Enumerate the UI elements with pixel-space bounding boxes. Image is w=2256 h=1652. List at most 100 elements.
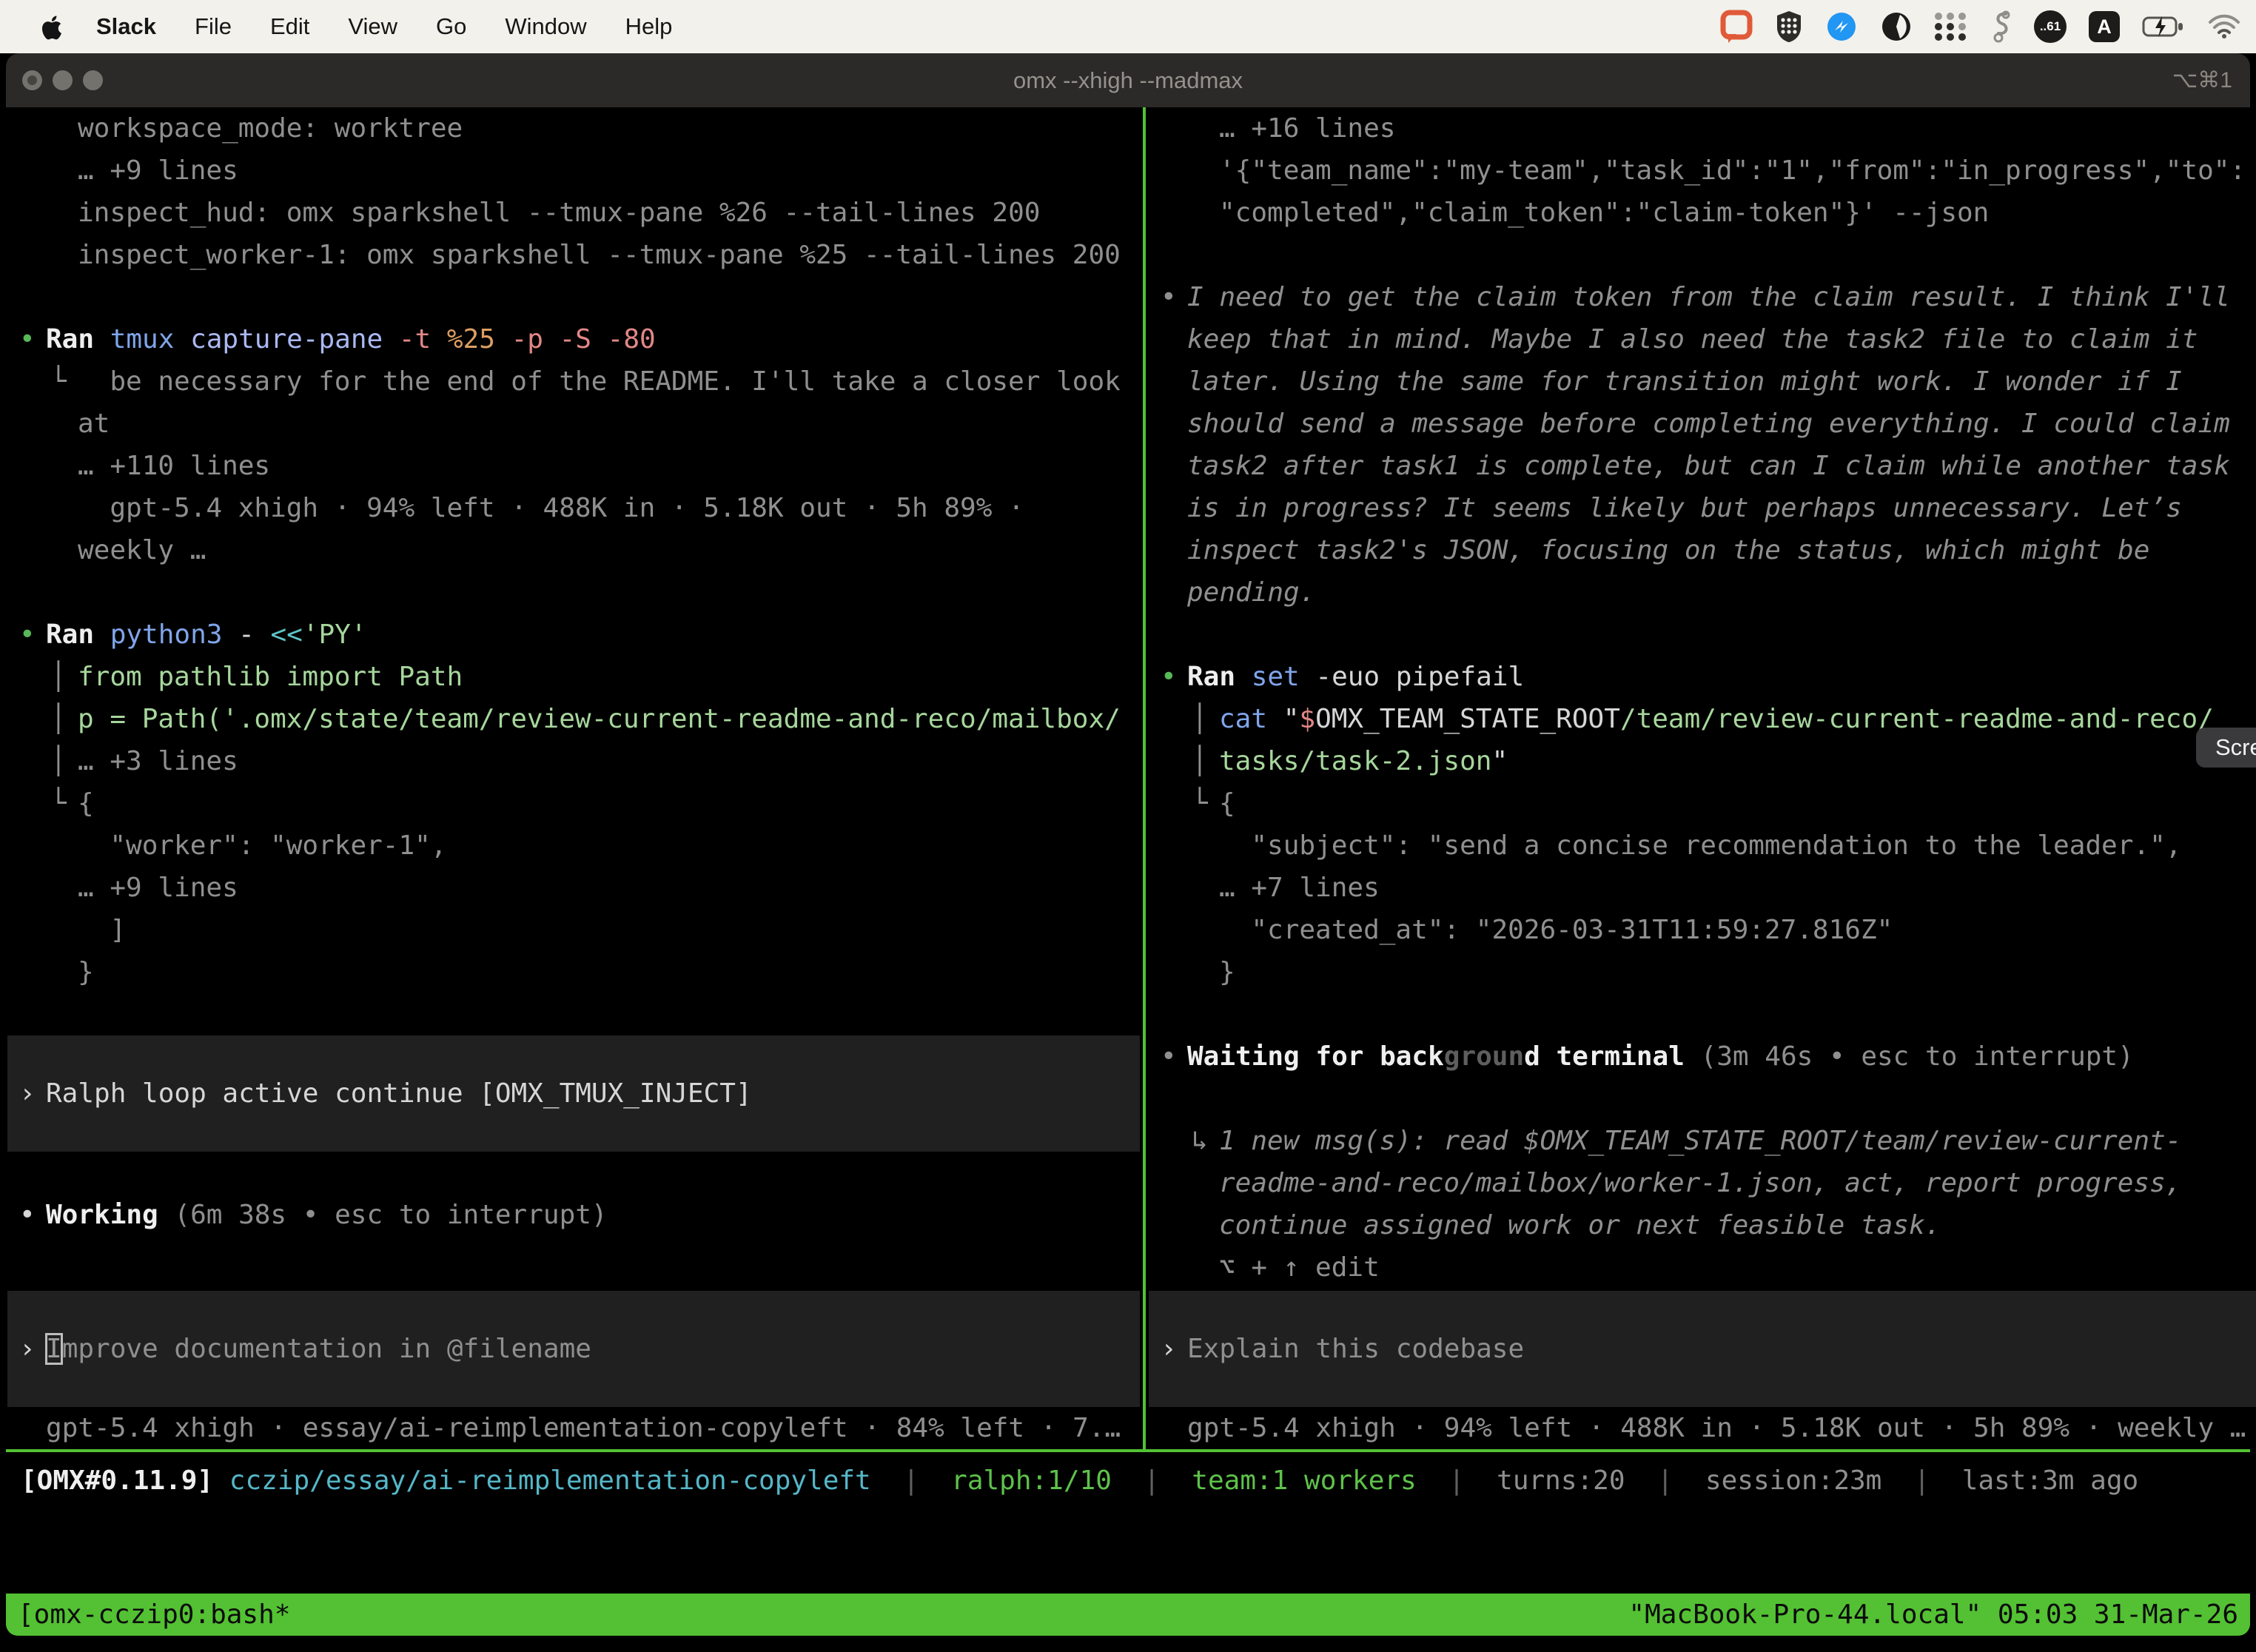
text-token: from pathlib import Path (78, 662, 463, 692)
omx-status-bar: [OMX#0.11.9] cczip/essay/ai-reimplementa… (7, 1460, 2256, 1548)
terminal-line: later. Using the same for transition mig… (1149, 360, 2256, 403)
menu-item-file[interactable]: File (195, 13, 232, 40)
menu-bar-status-icons: ..61 A (1720, 9, 2241, 44)
prompt-input[interactable]: ›Improve documentation in @filename (7, 1291, 1140, 1407)
text-token: session:23m (1705, 1465, 1881, 1496)
tmux-host-clock: "MacBook-Pro-44.local" 05:03 31-Mar-26 (1628, 1599, 2238, 1630)
terminal-line: │cat "$OMX_TEAM_STATE_ROOT/team/review-c… (1149, 698, 2256, 740)
text-token: … +110 lines (78, 451, 270, 481)
terminal-line: } (7, 951, 1140, 993)
text-token: gpt-5.4 xhigh · 94% left · 488K in · 5.1… (1187, 1413, 2246, 1443)
apple-menu-icon[interactable] (40, 13, 64, 40)
battery-percent-icon[interactable]: ..61 (2034, 10, 2067, 43)
battery-charging-icon[interactable] (2142, 15, 2185, 38)
waiting-status: •Waiting for background terminal (3m 46s… (1149, 1035, 2256, 1078)
dots-grid-icon[interactable] (1935, 13, 1967, 41)
tmux-session-window[interactable]: [omx-cczip0:bash* (18, 1599, 290, 1630)
text-token: capture-pane (190, 324, 399, 355)
terminal-line: inspect_hud: omx sparkshell --tmux-pane … (7, 192, 1140, 234)
terminal-line: inspect_worker-1: omx sparkshell --tmux-… (7, 234, 1140, 276)
text-token: -euo pipefail (1315, 662, 1524, 692)
text-token (871, 1465, 903, 1496)
text-token: "completed","claim_token":"claim-token"}… (1219, 198, 1989, 228)
terminal-line: │p = Path('.omx/state/team/review-curren… (7, 698, 1140, 740)
lines: •Working (6m 38s • esc to interrupt) (7, 1152, 1140, 1236)
text-token: mprove documentation in @filename (62, 1334, 591, 1364)
menu-item-go[interactable]: Go (436, 13, 466, 40)
squiggle-icon[interactable] (1990, 10, 2012, 44)
pane-divider[interactable] (1143, 107, 1146, 1449)
text-token (1112, 1465, 1144, 1496)
window-shortcut-hint: ⌥⌘1 (2172, 67, 2232, 93)
menu-item-edit[interactable]: Edit (270, 13, 309, 40)
window-controls (22, 70, 103, 90)
edit-hint: ⌥ + ↑ edit (1149, 1246, 2256, 1289)
text-token (1881, 1465, 1913, 1496)
prompt-input[interactable]: ›Explain this codebase (1149, 1291, 2256, 1407)
text-token: ralph:1/10 (951, 1465, 1112, 1496)
chat-bubble-icon[interactable] (1720, 9, 1753, 44)
screen: Slack File Edit View Go Window Help (0, 0, 2256, 1652)
terminal-line: │tasks/task-2.json" (1149, 740, 2256, 782)
text-token (1930, 1465, 1961, 1496)
terminal-line: … +110 lines (7, 445, 1140, 487)
zoom-window-button[interactable] (83, 70, 103, 90)
command-line: •Ran set -euo pipefail (1149, 656, 2256, 698)
text-token: inspect task2's JSON, focusing on the st… (1187, 535, 2149, 565)
text-token: later. Using the same for transition mig… (1187, 366, 2182, 397)
terminal-line: at (7, 403, 1140, 445)
line-gutter-marker: • (19, 318, 36, 360)
menu-item-window[interactable]: Window (505, 13, 586, 40)
pie-icon[interactable] (1880, 10, 1913, 43)
lines: … +16 lines'{"team_name":"my-team","task… (1149, 107, 2256, 1289)
text-token (1465, 1465, 1497, 1496)
blank-line (7, 993, 1140, 1035)
text-token (213, 1465, 229, 1496)
blank-line (1149, 234, 2256, 276)
blank-line (1149, 1078, 2256, 1120)
active-app-name[interactable]: Slack (96, 13, 156, 40)
terminal-line: └{ (1149, 782, 2256, 825)
close-window-button[interactable] (22, 70, 42, 90)
shield-grid-icon[interactable] (1775, 10, 1803, 44)
text-token: { (78, 788, 94, 819)
terminal-line: └{ (7, 782, 1140, 825)
text-token: readme-and-reco/mailbox/worker-1.json, a… (1219, 1168, 2181, 1198)
menu-item-view[interactable]: View (348, 13, 397, 40)
text-token: /team/review-current-readme-and-reco/ (1620, 704, 2214, 734)
text-token: Ran (46, 324, 110, 355)
text-token: weekly … (78, 535, 206, 565)
command-line: •Ran tmux capture-pane -t %25 -p -S -80 (7, 318, 1140, 360)
window-title-bar[interactable]: omx --xhigh --madmax ⌥⌘1 (6, 53, 2250, 107)
text-token: Waiting for back (1187, 1041, 1444, 1072)
text-token: p = Path('.omx/state/team/review-current… (78, 704, 1121, 734)
terminal-line: ] (7, 909, 1140, 951)
text-token: d terminal (1524, 1041, 1685, 1072)
text-token (919, 1465, 951, 1496)
terminal-line: "created_at": "2026-03-31T11:59:27.816Z" (1149, 909, 2256, 951)
text-token: python3 (110, 620, 238, 650)
command-line: •Ran python3 - <<'PY' (7, 614, 1140, 656)
text-token: workspace_mode: worktree (78, 113, 463, 144)
wifi-icon[interactable] (2207, 13, 2241, 40)
text-token: "subject": "send a concise recommendatio… (1219, 830, 2181, 861)
messenger-icon[interactable] (1825, 10, 1858, 43)
text-token: -p (511, 324, 560, 355)
text-token: | (1144, 1465, 1160, 1496)
input-source-icon[interactable]: A (2089, 11, 2120, 42)
terminal-line: task2 after task1 is complete, but can I… (1149, 445, 2256, 487)
line-gutter-marker: │ (1192, 698, 1208, 740)
terminal-pane-left: workspace_mode: worktree… +9 linesinspec… (7, 107, 1140, 1449)
line-gutter-marker: └ (50, 782, 67, 825)
text-token: -t (399, 324, 447, 355)
text-token: tasks/task-2.json (1219, 746, 1491, 776)
text-token: I need to get the claim token from the c… (1187, 282, 2230, 312)
terminal-line: } (1149, 951, 2256, 993)
terminal-line: keep that in mind. Maybe I also need the… (1149, 318, 2256, 360)
text-token: continue assigned work or next feasible … (1219, 1210, 1941, 1240)
minimize-window-button[interactable] (53, 70, 73, 90)
text-token: gpt-5.4 xhigh · 94% left · 488K in · 5.1… (78, 493, 1024, 523)
blank-line (7, 276, 1140, 318)
text-token: '{"team_name":"my-team","task_id":"1","f… (1219, 155, 2246, 186)
menu-item-help[interactable]: Help (625, 13, 673, 40)
